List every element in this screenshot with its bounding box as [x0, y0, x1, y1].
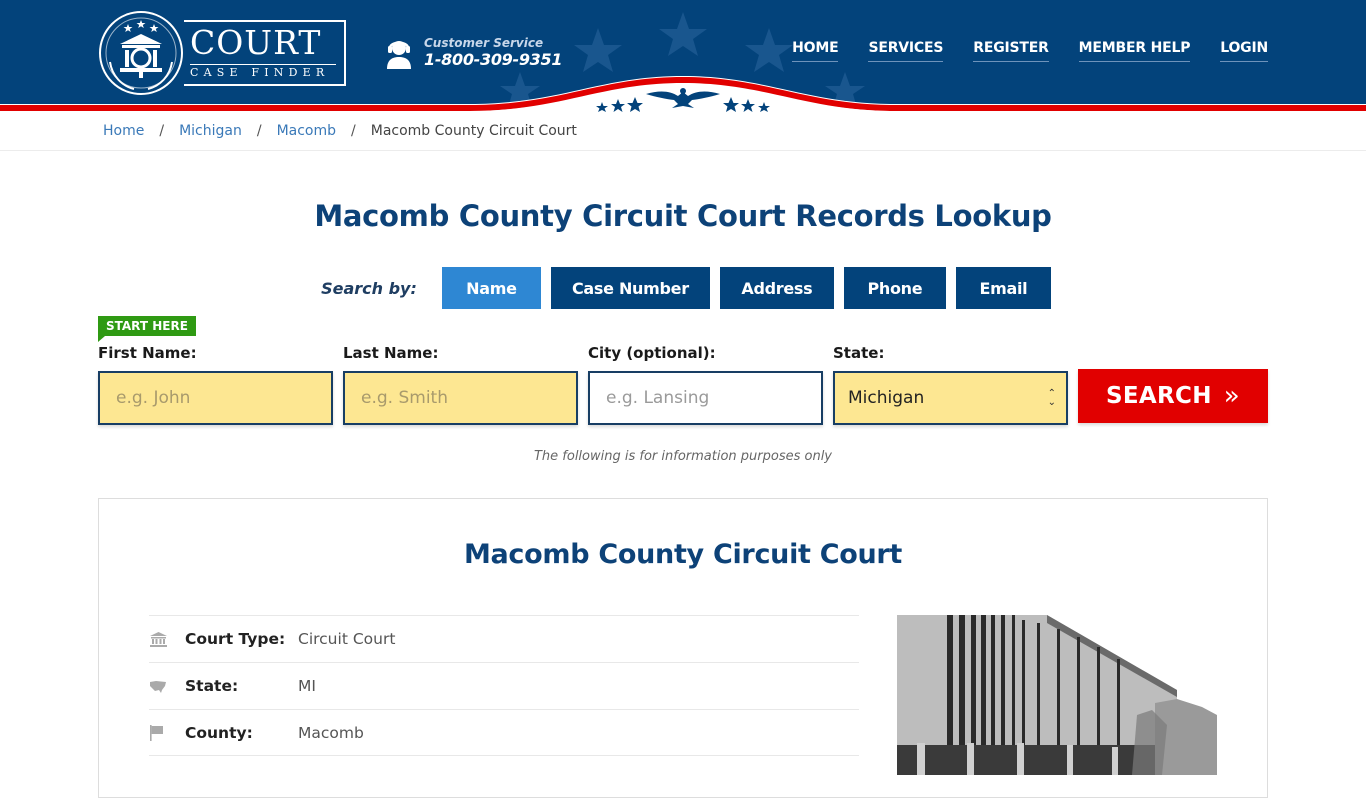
detail-value: Macomb [298, 723, 364, 742]
logo-subtitle: CASE FINDER [190, 66, 330, 79]
detail-row-court-type: Court Type: Circuit Court [149, 615, 859, 662]
courthouse-icon [149, 631, 185, 647]
customer-service-label: Customer Service [424, 36, 544, 50]
logo-wordmark: COURT CASE FINDER [184, 20, 346, 86]
first-name-label: First Name: [98, 344, 197, 362]
detail-label: Court Type: [185, 630, 286, 648]
detail-row-state: State: MI [149, 662, 859, 709]
state-select[interactable]: Michigan ⌃ ⌄ [833, 371, 1068, 425]
flag-icon [149, 724, 185, 741]
state-select-value: Michigan [848, 388, 925, 408]
detail-row-county: County: Macomb [149, 709, 859, 756]
page-title: Macomb County Circuit Court Records Look… [314, 199, 1052, 233]
city-group: City (optional): e.g. Lansing [588, 344, 823, 425]
last-name-input[interactable]: e.g. Smith [343, 371, 578, 425]
disclaimer-text: The following is for information purpose… [533, 449, 833, 464]
last-name-label: Last Name: [343, 344, 439, 362]
detail-value: Circuit Court [298, 630, 396, 648]
nav-home[interactable]: HOME [792, 40, 839, 62]
court-title: Macomb County Circuit Court [463, 539, 903, 570]
first-name-group: First Name: e.g. John [98, 344, 333, 425]
usa-map-icon [149, 680, 185, 693]
headset-agent-icon [387, 41, 411, 69]
logo-divider [190, 64, 336, 65]
breadcrumb-home[interactable]: Home [103, 123, 144, 139]
breadcrumb-separator: / [351, 123, 356, 139]
start-here-badge: START HERE [98, 316, 196, 342]
tab-phone[interactable]: Phone [843, 267, 946, 309]
court-card: Macomb County Circuit Court Court Type: … [98, 498, 1268, 798]
detail-value: MI [298, 677, 316, 695]
logo-title: COURT [190, 23, 322, 62]
court-building-photo [897, 615, 1217, 775]
search-by-label: Search by: [321, 278, 417, 298]
building-image-icon [897, 615, 1217, 775]
nav-member-help[interactable]: MEMBER HELP [1078, 40, 1190, 62]
nav-services[interactable]: SERVICES [868, 40, 943, 62]
detail-label: State: [185, 677, 239, 695]
main-nav: HOME SERVICES REGISTER MEMBER HELP LOGIN [792, 40, 1268, 62]
city-label: City (optional): [588, 344, 716, 362]
double-chevron-right-icon: » [1223, 381, 1240, 411]
search-by-tabs: Search by: Name Case Number Address Phon… [0, 267, 1366, 309]
tab-address[interactable]: Address [719, 267, 834, 309]
breadcrumb-macomb[interactable]: Macomb [277, 123, 336, 139]
nav-login[interactable]: LOGIN [1220, 40, 1268, 62]
select-arrows-icon: ⌃ ⌄ [1047, 388, 1056, 408]
last-name-group: Last Name: e.g. Smith [343, 344, 578, 425]
court-details: Court Type: Circuit Court State: MI Coun… [149, 615, 859, 756]
courthouse-seal-icon [99, 11, 183, 95]
breadcrumb-michigan[interactable]: Michigan [179, 123, 242, 139]
nav-register[interactable]: REGISTER [973, 40, 1049, 62]
breadcrumb: Home / Michigan / Macomb / Macomb County… [0, 112, 1366, 151]
tab-email[interactable]: Email [955, 267, 1051, 309]
city-input[interactable]: e.g. Lansing [588, 371, 823, 425]
state-group: State: Michigan ⌃ ⌄ [833, 344, 1068, 425]
detail-label: County: [185, 723, 253, 742]
tab-case-number[interactable]: Case Number [550, 267, 710, 309]
breadcrumb-current: Macomb County Circuit Court [370, 123, 577, 139]
breadcrumb-separator: / [159, 123, 165, 139]
customer-service-phone[interactable]: 1-800-309-9351 [424, 50, 562, 69]
search-button-label: SEARCH [1106, 383, 1212, 409]
site-header: COURT CASE FINDER Customer Service 1-800… [0, 0, 1366, 112]
site-logo[interactable]: COURT CASE FINDER [98, 10, 348, 96]
search-button[interactable]: SEARCH » [1078, 369, 1268, 423]
tab-name[interactable]: Name [441, 267, 541, 309]
breadcrumb-separator: / [256, 123, 262, 139]
first-name-input[interactable]: e.g. John [98, 371, 333, 425]
state-label: State: [833, 344, 885, 362]
